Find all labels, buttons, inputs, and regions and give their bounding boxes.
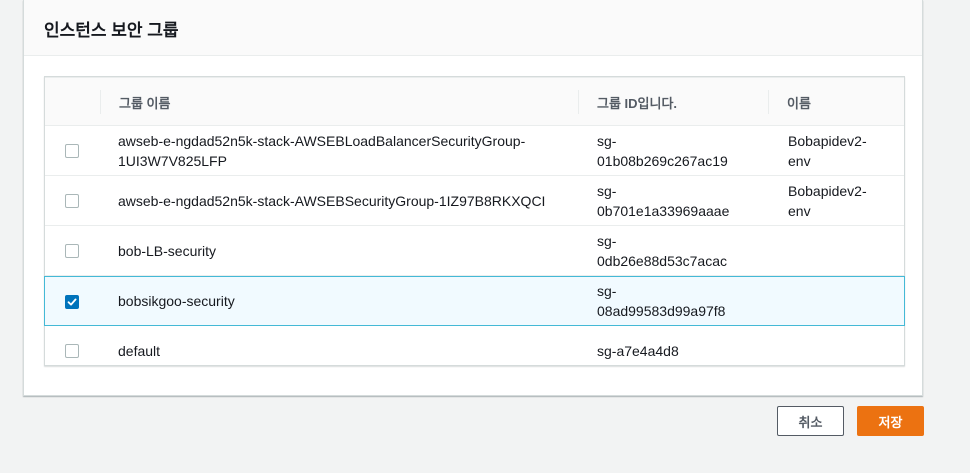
header-group-name[interactable]: 그룹 이름 [100,78,578,126]
security-groups-table: 그룹 이름 그룹 ID입니다. 이름 awseb-e-ngdad52n5k-st… [44,76,905,366]
table-row[interactable]: awseb-e-ngdad52n5k-stack-AWSEBLoadBalanc… [45,126,904,176]
header-group-id[interactable]: 그룹 ID입니다. [578,78,768,126]
checkbox[interactable] [65,194,79,208]
cell-name-line: env [788,202,811,219]
cell-group-name: bob-LB-security [118,226,558,275]
table-row[interactable]: bobsikgoo-security sg- 08ad99583d99a97f8 [44,276,905,326]
cell-group-id: sg-a7e4a4d8 [597,326,767,376]
cell-group-id-line: 08ad99583d99a97f8 [597,303,726,319]
header-group-id-label: 그룹 ID입니다. [597,95,678,111]
checkbox-checked[interactable] [65,295,79,309]
cell-name-line: Bobapidev2- [788,182,867,199]
cell-group-name: bobsikgoo-security [118,277,558,325]
cell-group-id-line: sg- [597,182,617,199]
cell-group-name: awseb-e-ngdad52n5k-stack-AWSEBLoadBalanc… [118,126,558,175]
cell-group-name-line: awseb-e-ngdad52n5k-stack-AWSEBSecurityGr… [118,192,546,209]
table-header: 그룹 이름 그룹 ID입니다. 이름 [45,77,904,126]
header-group-name-label: 그룹 이름 [119,95,171,111]
table-body: awseb-e-ngdad52n5k-stack-AWSEBLoadBalanc… [44,126,905,376]
cell-group-id-line: sg- [597,283,617,299]
cell-name-line: env [788,152,811,169]
save-button[interactable]: 저장 [857,406,924,436]
table-row[interactable]: bob-LB-security sg- 0db26e88d53c7acac [45,226,904,276]
checkbox[interactable] [65,344,79,358]
checkbox[interactable] [65,244,79,258]
cell-group-name-line: bobsikgoo-security [118,293,235,309]
table-row[interactable]: default sg-a7e4a4d8 [45,326,904,376]
header-name[interactable]: 이름 [768,78,906,126]
cell-group-id-line: 0b701e1a33969aaae [597,202,730,219]
cell-group-id-line: sg- [597,132,617,149]
cell-name [788,326,898,376]
cell-name [788,277,898,325]
cell-group-name: default [118,326,558,376]
cell-group-name-line: 1UI3W7V825LFP [118,152,227,169]
cell-group-name-line: awseb-e-ngdad52n5k-stack-AWSEBLoadBalanc… [118,132,526,149]
panel-header: 인스턴스 보안 그룹 [24,0,922,56]
table-row[interactable]: awseb-e-ngdad52n5k-stack-AWSEBSecurityGr… [45,176,904,226]
cell-group-id: sg- 01b08b269c267ac19 [597,126,767,175]
panel-title: 인스턴스 보안 그룹 [44,21,179,40]
cell-group-id: sg- 0db26e88d53c7acac [597,226,767,275]
cell-group-id: sg- 0b701e1a33969aaae [597,176,767,225]
cell-name: Bobapidev2- env [788,126,898,175]
cell-name [788,226,898,275]
cell-name: Bobapidev2- env [788,176,898,225]
cell-group-id: sg- 08ad99583d99a97f8 [597,277,767,325]
header-select-column [45,78,100,126]
cell-group-id-line: 0db26e88d53c7acac [597,252,728,269]
cell-group-id-line: sg- [597,232,617,249]
cell-group-name-line: default [118,343,161,359]
cell-name-line: Bobapidev2- [788,132,867,149]
cell-group-id-line: sg-a7e4a4d8 [597,343,679,359]
cell-group-name: awseb-e-ngdad52n5k-stack-AWSEBSecurityGr… [118,176,558,225]
cell-group-id-line: 01b08b269c267ac19 [597,152,728,169]
checkbox[interactable] [65,144,79,158]
cell-group-name-line: bob-LB-security [118,242,217,259]
check-icon [67,298,77,306]
header-name-label: 이름 [787,95,811,111]
security-groups-panel: 인스턴스 보안 그룹 그룹 이름 그룹 ID입니다. 이름 awseb-e-ng… [23,0,923,396]
cancel-button[interactable]: 취소 [777,406,844,436]
